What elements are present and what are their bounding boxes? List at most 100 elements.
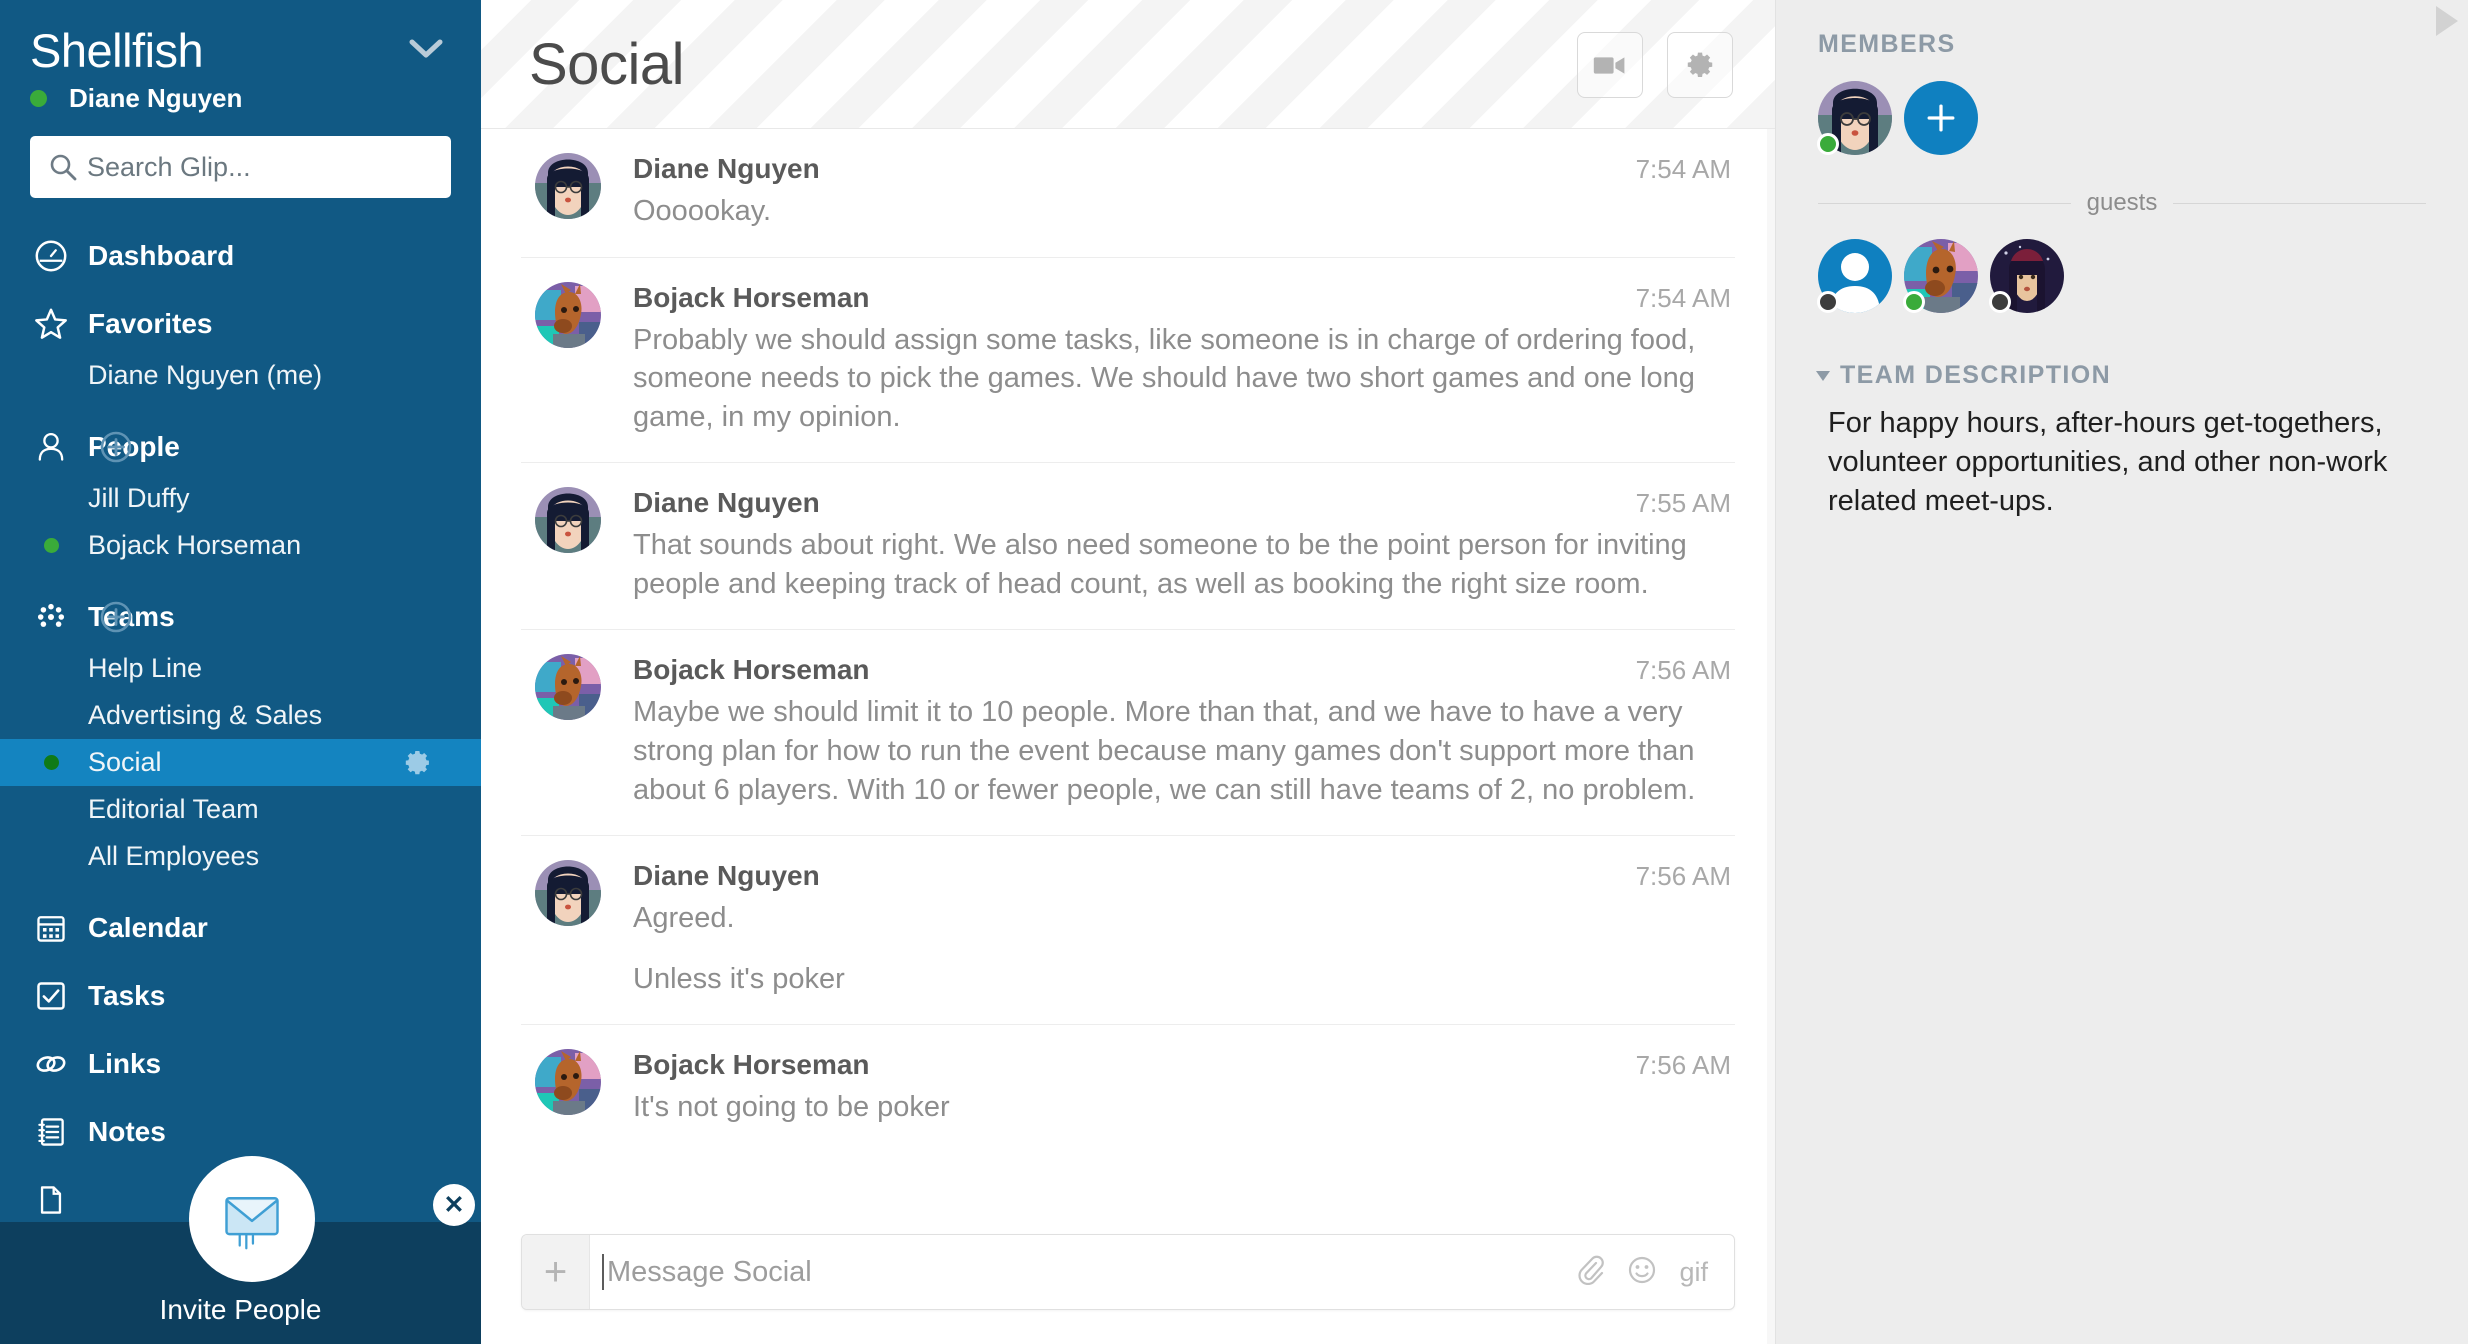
sidebar-section-people[interactable]: People bbox=[0, 419, 481, 475]
message-input-placeholder: Message Social bbox=[607, 1255, 812, 1288]
org-title: Shellfish bbox=[30, 24, 204, 77]
guest-avatar-1[interactable] bbox=[1817, 239, 1892, 313]
guests-avatar-list bbox=[1817, 239, 2426, 313]
message-meta: Bojack Horseman 7:56 AM bbox=[633, 1049, 1731, 1081]
message-meta: Diane Nguyen 7:56 AM bbox=[633, 860, 1731, 892]
triangle-down-icon[interactable] bbox=[1816, 370, 1830, 381]
sidebar-team-all-employees[interactable]: All Employees bbox=[0, 833, 481, 880]
sidebar-item-notes[interactable]: Notes bbox=[0, 1104, 481, 1160]
sidebar-team-editorial-team[interactable]: Editorial Team bbox=[0, 786, 481, 833]
invite-people-label: Invite People bbox=[159, 1294, 322, 1325]
close-icon[interactable]: ✕ bbox=[433, 1184, 475, 1226]
checkbox-icon bbox=[32, 977, 70, 1015]
add-team-button[interactable] bbox=[99, 600, 133, 634]
avatar[interactable] bbox=[535, 1049, 601, 1116]
current-user[interactable]: Diane Nguyen bbox=[30, 83, 451, 114]
message-timestamp: 7:56 AM bbox=[1635, 1050, 1731, 1081]
avatar[interactable] bbox=[535, 153, 601, 219]
team-settings-gear-icon[interactable] bbox=[403, 748, 433, 778]
team-settings-button[interactable] bbox=[1667, 32, 1733, 98]
message-timestamp: 7:54 AM bbox=[1635, 282, 1731, 313]
message-list-scroll[interactable]: Diane Nguyen 7:54 AM Oooookay. Bojack Ho… bbox=[481, 129, 1775, 1234]
status-slot bbox=[32, 538, 70, 554]
avatar[interactable] bbox=[535, 654, 601, 721]
search-container: Search Glip... bbox=[0, 114, 481, 199]
message-composer: + Message Social gif bbox=[521, 1234, 1735, 1310]
guest-avatar-bojack[interactable] bbox=[1903, 239, 1978, 313]
calendar-icon bbox=[32, 909, 70, 947]
sidebar-subitem-label: Diane Nguyen (me) bbox=[88, 360, 323, 391]
sidebar-team-help-line[interactable]: Help Line bbox=[0, 645, 481, 692]
message-body: Diane Nguyen 7:56 AM Agreed. Unless it's… bbox=[633, 860, 1735, 998]
sidebar-subitem-label: Help Line bbox=[88, 653, 203, 684]
paperclip-icon[interactable] bbox=[1575, 1255, 1605, 1290]
sidebar-team-advertising-sales[interactable]: Advertising & Sales bbox=[0, 692, 481, 739]
sidebar-favorite-diane[interactable]: Diane Nguyen (me) bbox=[0, 352, 481, 399]
message-meta: Bojack Horseman 7:54 AM bbox=[633, 282, 1731, 314]
message-meta: Diane Nguyen 7:54 AM bbox=[633, 153, 1731, 185]
message-row: Bojack Horseman 7:54 AM Probably we shou… bbox=[521, 258, 1735, 464]
avatar[interactable] bbox=[535, 860, 601, 927]
message-text: It's not going to be poker bbox=[633, 1091, 950, 1124]
message-author: Bojack Horseman bbox=[633, 654, 870, 686]
message-row: Diane Nguyen 7:54 AM Oooookay. bbox=[521, 129, 1735, 258]
message-scrollbar[interactable] bbox=[1767, 129, 1775, 1344]
gif-button[interactable]: gif bbox=[1679, 1257, 1708, 1288]
member-avatar-diane[interactable] bbox=[1817, 81, 1892, 155]
message-body: Bojack Horseman 7:54 AM Probably we shou… bbox=[633, 282, 1735, 437]
invite-people-banner[interactable]: ✕ Invite People bbox=[0, 1156, 481, 1344]
avatar[interactable] bbox=[535, 281, 601, 348]
video-call-button[interactable] bbox=[1577, 32, 1643, 98]
sidebar-person-jill-duffy[interactable]: Jill Duffy bbox=[0, 475, 481, 522]
composer-container: + Message Social gif bbox=[481, 1234, 1775, 1344]
message-meta: Diane Nguyen 7:55 AM bbox=[633, 487, 1731, 519]
status-badge-offline bbox=[1989, 291, 2011, 313]
message-timestamp: 7:56 AM bbox=[1635, 861, 1731, 892]
sidebar-section-teams[interactable]: Teams bbox=[0, 589, 481, 645]
message-body: Bojack Horseman 7:56 AM It's not going t… bbox=[633, 1049, 1735, 1127]
message-input[interactable]: Message Social bbox=[590, 1235, 1575, 1309]
add-attachment-button[interactable]: + bbox=[522, 1235, 590, 1309]
avatar[interactable] bbox=[535, 487, 601, 554]
star-icon bbox=[32, 305, 70, 343]
smiley-icon[interactable] bbox=[1627, 1255, 1657, 1290]
notes-icon bbox=[32, 1113, 70, 1151]
sidebar-person-bojack-horseman[interactable]: Bojack Horseman bbox=[0, 522, 481, 569]
message-text: Unless it's poker bbox=[633, 962, 845, 995]
status-dot-online bbox=[30, 90, 47, 108]
message-row: Diane Nguyen 7:56 AM Agreed. Unless it's… bbox=[521, 836, 1735, 1026]
message-author: Diane Nguyen bbox=[633, 153, 820, 184]
message-body: Diane Nguyen 7:54 AM Oooookay. bbox=[633, 153, 1735, 231]
message-author: Diane Nguyen bbox=[633, 860, 820, 892]
add-person-button[interactable] bbox=[99, 430, 133, 464]
search-input[interactable]: Search Glip... bbox=[30, 136, 451, 199]
triangle-right-icon[interactable] bbox=[2436, 6, 2458, 36]
team-description-header[interactable]: TEAM DESCRIPTION bbox=[1816, 361, 2426, 390]
file-icon bbox=[32, 1181, 70, 1219]
dashboard-icon bbox=[32, 237, 70, 275]
page-title: Social bbox=[529, 31, 684, 97]
sidebar-team-social[interactable]: Social bbox=[0, 739, 481, 787]
sidebar-header: Shellfish Diane Nguyen bbox=[0, 0, 481, 114]
message-body: Diane Nguyen 7:55 AM That sounds about r… bbox=[633, 487, 1735, 603]
current-user-name: Diane Nguyen bbox=[69, 83, 243, 114]
message-author: Bojack Horseman bbox=[633, 1049, 870, 1081]
sidebar-item-calendar[interactable]: Calendar bbox=[0, 900, 481, 956]
sidebar-item-dashboard[interactable]: Dashboard bbox=[0, 228, 481, 284]
conversation-pane: Social Diane Nguyen 7:54 AM Oooookay. Bo… bbox=[481, 0, 1776, 1344]
sidebar-item-label: Tasks bbox=[88, 980, 166, 1012]
guest-avatar-3[interactable] bbox=[1989, 239, 2064, 313]
members-avatar-list bbox=[1817, 81, 2426, 155]
sidebar-subitem-label: Editorial Team bbox=[88, 794, 259, 825]
sidebar-item-favorites[interactable]: Favorites bbox=[0, 296, 481, 352]
conversation-header: Social bbox=[481, 0, 1775, 129]
sidebar-item-links[interactable]: Links bbox=[0, 1036, 481, 1092]
team-description-text: For happy hours, after-hours get-togethe… bbox=[1828, 407, 2388, 518]
chevron-down-icon[interactable] bbox=[409, 38, 443, 60]
sidebar-item-tasks[interactable]: Tasks bbox=[0, 968, 481, 1024]
message-list: Diane Nguyen 7:54 AM Oooookay. Bojack Ho… bbox=[481, 129, 1775, 1153]
add-member-button[interactable] bbox=[1904, 81, 1978, 155]
link-icon bbox=[32, 1045, 70, 1083]
status-dot-online bbox=[43, 755, 59, 771]
guests-divider: guests bbox=[1818, 189, 2426, 217]
